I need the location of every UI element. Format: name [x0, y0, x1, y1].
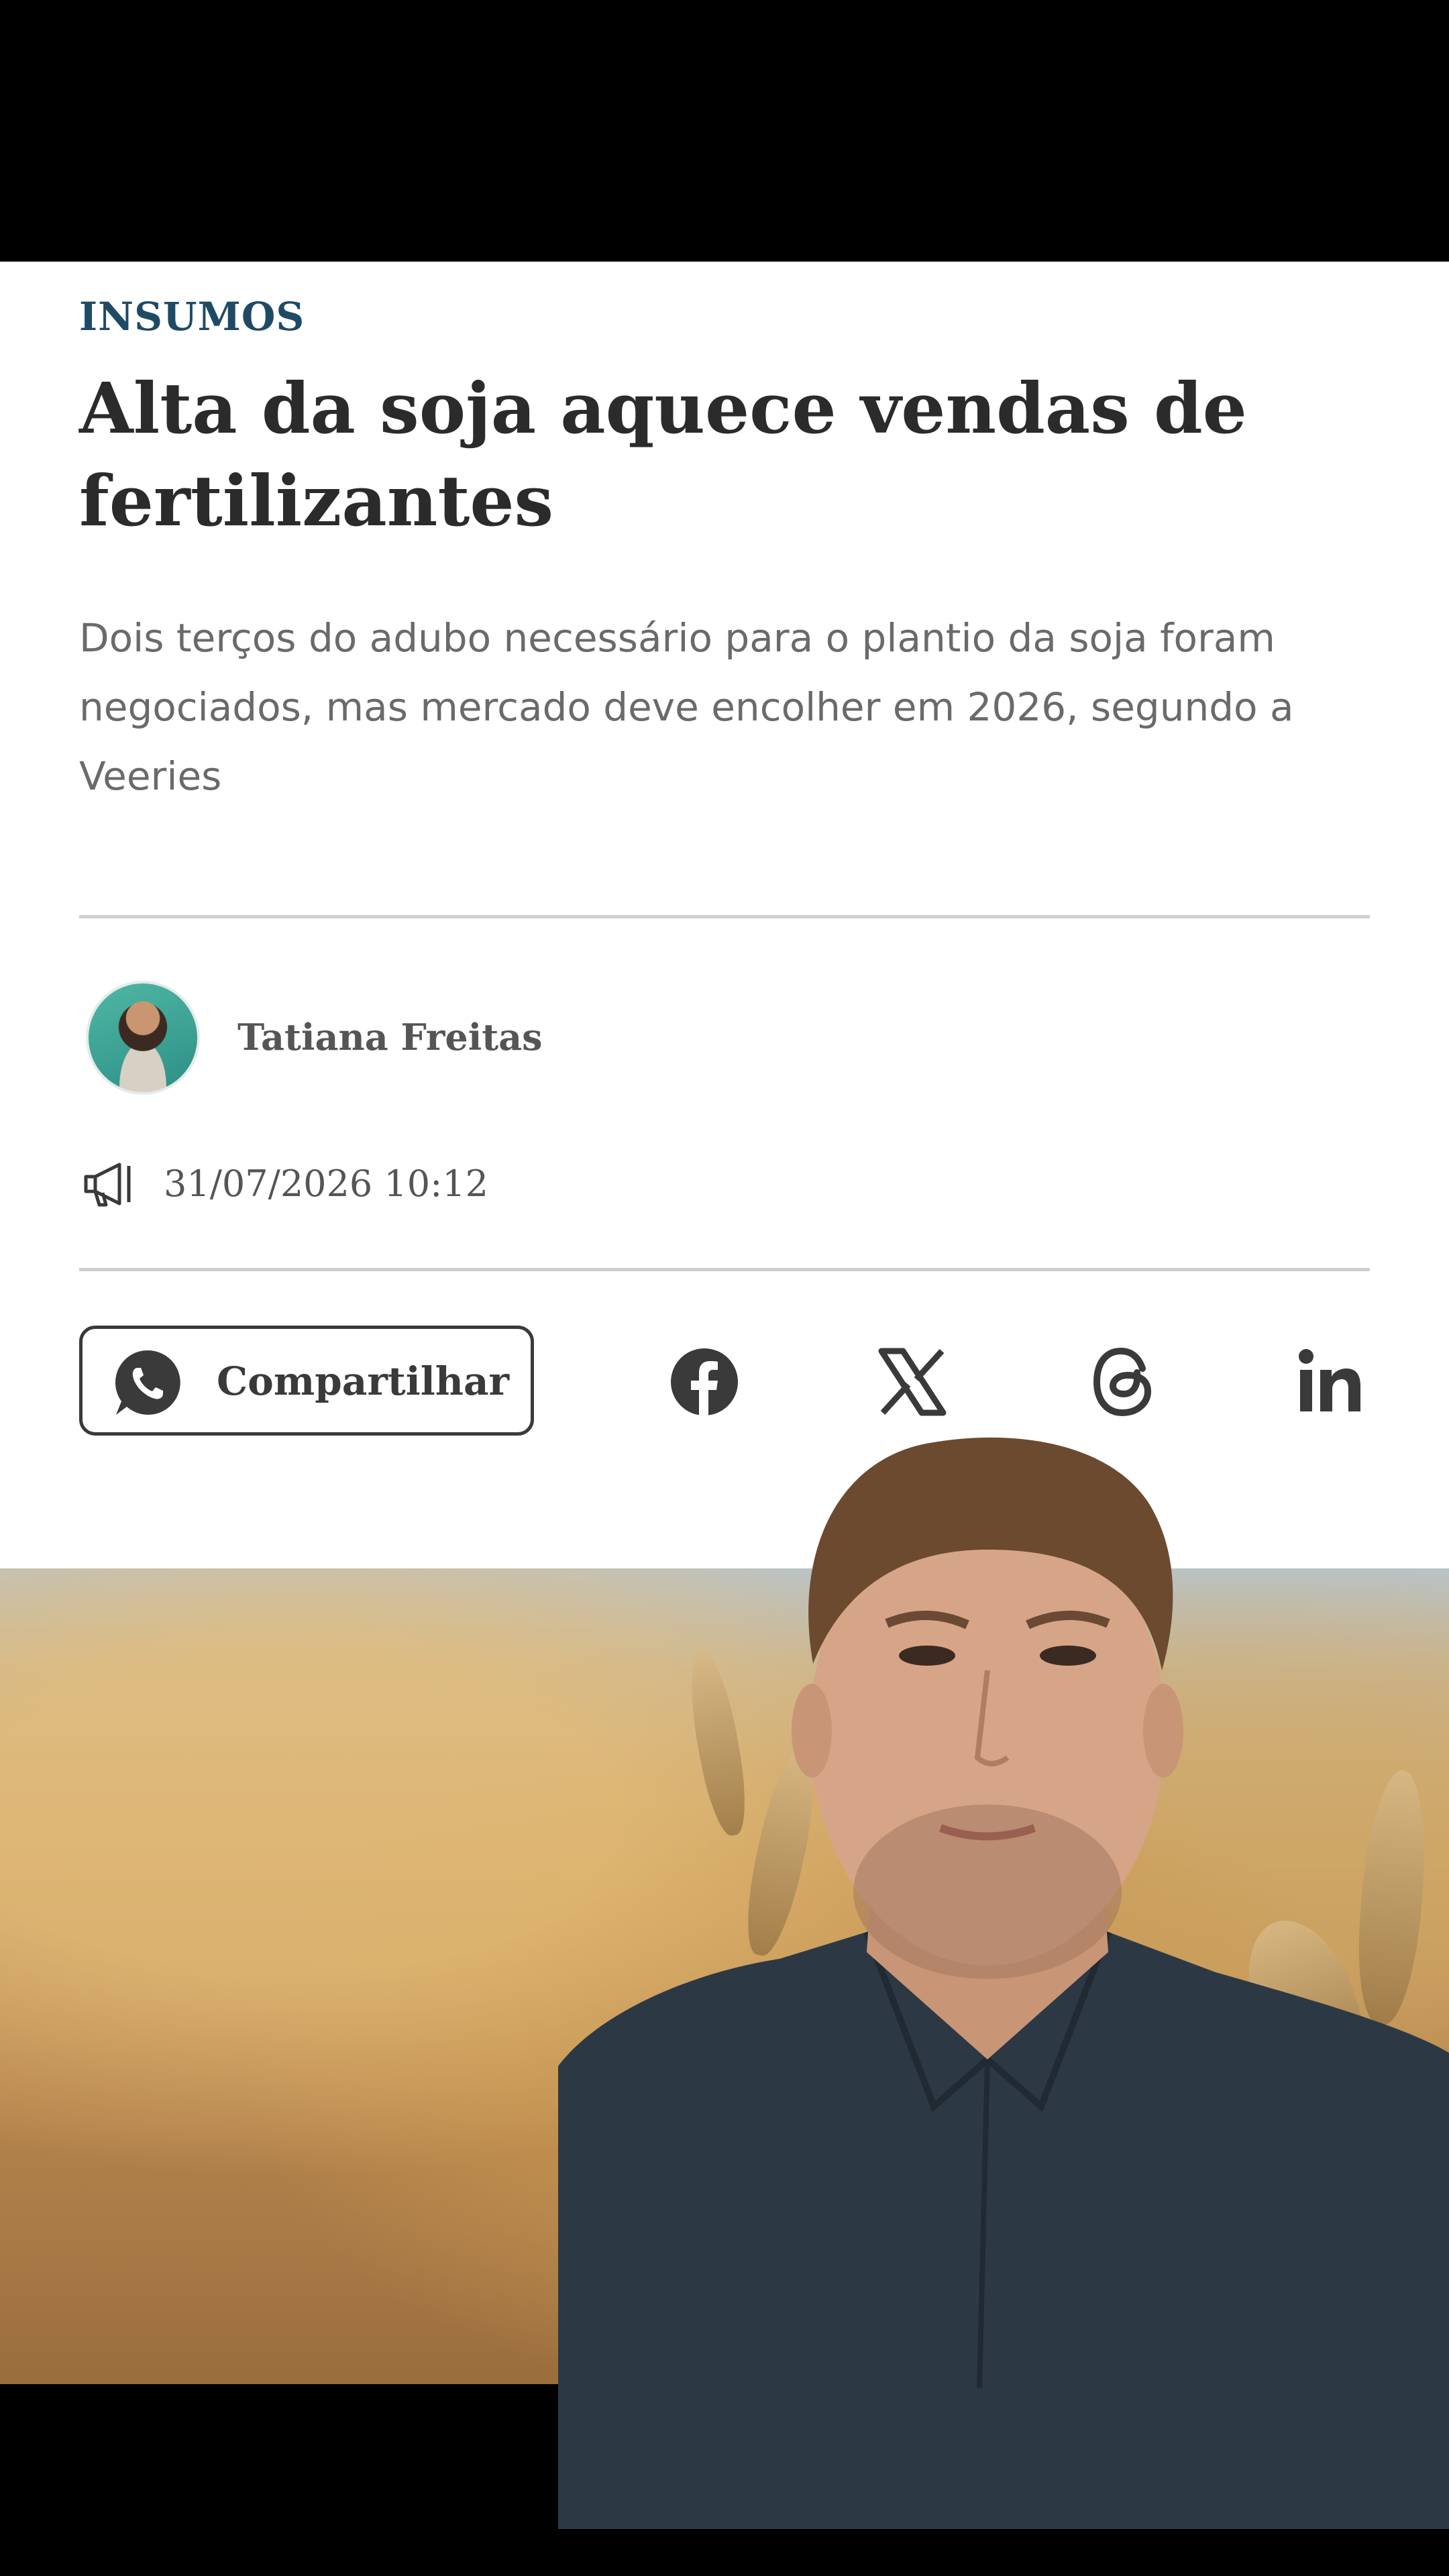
author-avatar[interactable] — [86, 981, 200, 1095]
subtitle-line-2: negociados, mas mercado deve encolher em… — [79, 684, 1294, 730]
divider-top — [79, 915, 1370, 918]
article-header: INSUMOS Alta da soja aquece vendas de fe… — [0, 262, 1449, 1568]
whatsapp-share-button[interactable]: Compartilhar — [79, 1326, 534, 1436]
article-subtitle: Dois terços do adubo necessário para o p… — [79, 604, 1340, 811]
share-label: Compartilhar — [217, 1358, 510, 1404]
publish-datetime: 31/07/2026 10:12 — [164, 1163, 489, 1205]
author-name[interactable]: Tatiana Freitas — [237, 1016, 543, 1059]
presenter-video-overlay — [558, 1437, 1449, 2529]
subtitle-line-3: Veeries — [79, 753, 222, 799]
top-black-bar — [0, 0, 1449, 262]
subtitle-line-1: Dois terços do adubo necessário para o p… — [79, 615, 1275, 661]
megaphone-icon — [84, 1163, 131, 1207]
article-category[interactable]: INSUMOS — [79, 294, 305, 339]
headline-line-2: fertilizantes — [79, 460, 554, 542]
divider-bottom — [79, 1268, 1370, 1271]
article-headline: Alta da soja aquece vendas de fertilizan… — [79, 362, 1354, 547]
headline-line-1: Alta da soja aquece vendas de — [79, 367, 1247, 449]
whatsapp-icon — [115, 1350, 180, 1415]
